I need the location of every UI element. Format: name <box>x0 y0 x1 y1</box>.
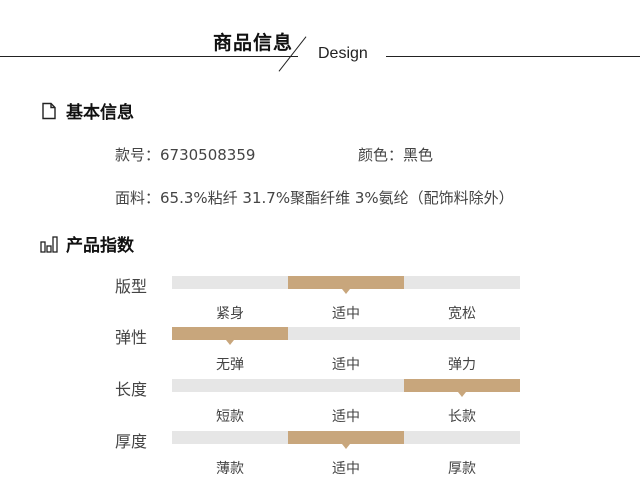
basic-info-title: 基本信息 <box>66 103 134 123</box>
section-header: 商品信息 Design <box>0 0 640 80</box>
product-index-title: 产品指数 <box>66 236 134 256</box>
document-icon <box>42 102 56 119</box>
index-label-thickness: 厚度 <box>115 432 148 451</box>
option-label: 薄款 <box>216 461 244 477</box>
index-options-thickness: 薄款 适中 厚款 <box>172 458 520 478</box>
style-number: 款号：6730508359 <box>115 146 256 164</box>
option-label: 无弹 <box>216 357 244 373</box>
section-title: 商品信息 <box>213 32 294 54</box>
index-indicator-fit <box>288 276 404 294</box>
header-line-left <box>0 56 298 57</box>
index-track-thickness <box>172 431 520 449</box>
option-label: 紧身 <box>216 306 244 322</box>
option-label: 适中 <box>332 461 360 477</box>
option-label: 厚款 <box>448 461 476 477</box>
product-index-heading: 产品指数 <box>40 231 134 256</box>
bar-chart-icon <box>40 235 58 253</box>
index-label-elasticity: 弹性 <box>115 328 148 347</box>
index-options-length: 短款 适中 长款 <box>172 406 520 426</box>
option-label: 适中 <box>332 357 360 373</box>
option-label: 弹力 <box>448 357 476 373</box>
index-indicator-length <box>404 379 520 397</box>
index-options-elasticity: 无弹 适中 弹力 <box>172 354 520 374</box>
color-info: 颜色：黑色 <box>358 146 434 164</box>
index-indicator-elasticity <box>172 327 288 345</box>
index-label-length: 长度 <box>115 380 148 399</box>
section-subtitle: Design <box>318 45 368 62</box>
index-track-fit <box>172 276 520 294</box>
basic-info-heading: 基本信息 <box>40 98 134 123</box>
option-label: 短款 <box>216 409 244 425</box>
index-label-fit: 版型 <box>115 277 148 296</box>
index-track-elasticity <box>172 327 520 345</box>
option-label: 适中 <box>332 306 360 322</box>
index-options-fit: 紧身 适中 宽松 <box>172 303 520 323</box>
header-line-right <box>386 56 640 57</box>
index-indicator-thickness <box>288 431 404 449</box>
fabric-info: 面料：65.3%粘纤 31.7%聚酯纤维 3%氨纶（配饰料除外） <box>115 189 514 207</box>
option-label: 适中 <box>332 409 360 425</box>
option-label: 长款 <box>448 409 476 425</box>
index-track-length <box>172 379 520 397</box>
option-label: 宽松 <box>448 306 476 322</box>
